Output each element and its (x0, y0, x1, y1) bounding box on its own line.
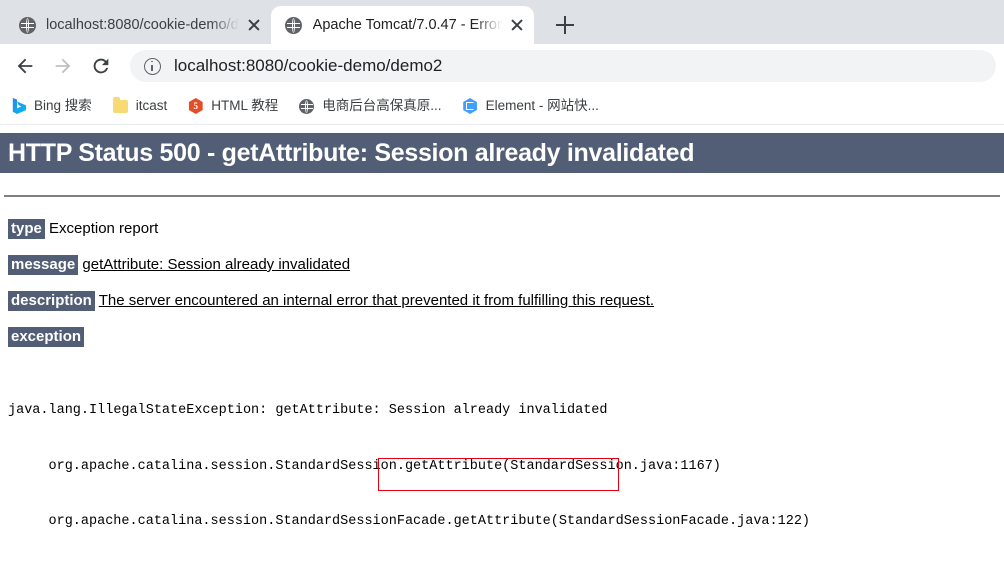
globe-icon (298, 98, 315, 115)
html5-icon: 5 (187, 98, 204, 115)
error-row-description: description The server encountered an in… (0, 291, 1004, 311)
label-message: message (8, 255, 79, 275)
element-icon (462, 98, 479, 115)
stack-trace-line: org.apache.catalina.session.StandardSess… (48, 514, 811, 529)
value-description: The server encountered an internal error… (98, 292, 655, 309)
close-icon[interactable] (506, 14, 528, 36)
browser-window: localhost:8080/cookie-demo/d Apache Tomc… (0, 0, 1004, 571)
bookmark-html-tutorial[interactable]: 5 HTML 教程 (187, 97, 278, 115)
info-circle-icon[interactable] (144, 57, 161, 75)
page-title: HTTP Status 500 - getAttribute: Session … (0, 133, 1004, 173)
browser-tab-2[interactable]: Apache Tomcat/7.0.47 - Error (270, 6, 534, 44)
folder-icon (112, 97, 129, 115)
globe-icon (18, 16, 36, 34)
error-row-exception: exception (0, 327, 1004, 347)
bookmark-label: HTML 教程 (211, 98, 279, 113)
address-bar[interactable]: localhost:8080/cookie-demo/demo2 (130, 50, 996, 82)
stack-trace: java.lang.IllegalStateException: getAttr… (0, 365, 1004, 571)
back-arrow-icon[interactable] (8, 49, 42, 83)
bookmark-label: 电商后台高保真原... (322, 98, 442, 113)
tab-title: localhost:8080/cookie-demo/d (46, 17, 239, 33)
browser-tab-1[interactable]: localhost:8080/cookie-demo/d (4, 6, 271, 44)
bookmark-itcast[interactable]: itcast (112, 97, 168, 115)
value-message: getAttribute: Session already invalidate… (82, 256, 351, 273)
bookmark-label: Element - 网站快... (485, 98, 599, 113)
bookmarks-bar: Bing 搜索 itcast 5 HTML 教程 电商后台高保真原... Ele… (0, 88, 1004, 125)
value-type: Exception report (49, 220, 159, 237)
globe-icon (285, 16, 303, 34)
stack-trace-line: org.apache.catalina.session.StandardSess… (48, 458, 721, 474)
tab-title: Apache Tomcat/7.0.47 - Error (312, 17, 502, 33)
stack-trace-line: java.lang.IllegalStateException: getAttr… (8, 403, 608, 418)
error-row-type: type Exception report (0, 219, 1004, 239)
address-bar-url: localhost:8080/cookie-demo/demo2 (174, 56, 443, 75)
close-icon[interactable] (243, 14, 265, 36)
label-type: type (8, 219, 45, 239)
reload-icon[interactable] (84, 49, 118, 83)
page-bottom-strip (0, 564, 1004, 571)
error-row-message: message getAttribute: Session already in… (0, 255, 1004, 275)
tomcat-error-page: HTTP Status 500 - getAttribute: Session … (0, 125, 1004, 571)
label-exception: exception (8, 327, 85, 347)
bing-icon (10, 98, 27, 115)
divider-top (4, 195, 1000, 197)
label-description: description (8, 291, 95, 311)
bookmark-element[interactable]: Element - 网站快... (462, 97, 599, 115)
forward-arrow-icon[interactable] (46, 49, 80, 83)
bookmark-ecommerce-prototype[interactable]: 电商后台高保真原... (298, 97, 442, 115)
bookmark-label: itcast (135, 98, 168, 113)
browser-toolbar: localhost:8080/cookie-demo/demo2 (0, 44, 1004, 88)
bookmark-bing[interactable]: Bing 搜索 (10, 97, 92, 115)
tab-strip: localhost:8080/cookie-demo/d Apache Tomc… (0, 0, 1004, 44)
new-tab-button[interactable] (550, 10, 580, 40)
bookmark-label: Bing 搜索 (34, 98, 92, 113)
